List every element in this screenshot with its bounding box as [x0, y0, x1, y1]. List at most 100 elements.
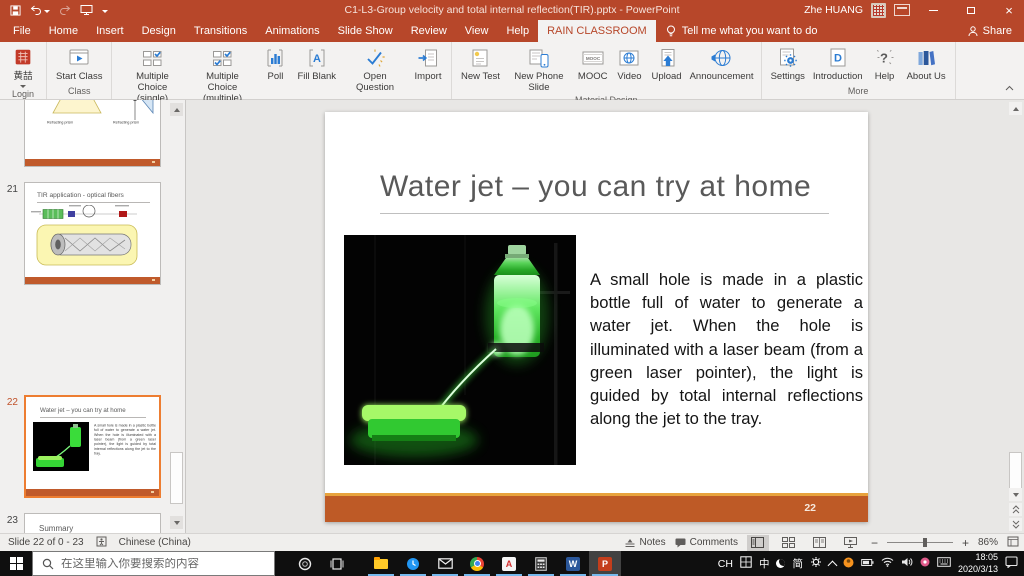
notes-toggle[interactable]: Notes: [625, 537, 665, 548]
hidden-icons-chevron[interactable]: [828, 560, 838, 570]
accessibility-icon[interactable]: [96, 536, 107, 550]
tab-transitions[interactable]: Transitions: [185, 20, 256, 42]
powerpoint-button-active[interactable]: P: [589, 551, 621, 576]
canvas-scroll-up-button[interactable]: [1009, 102, 1022, 115]
acrobat-button[interactable]: A: [493, 551, 525, 576]
taskbar-clock[interactable]: 18:05 2020/3/13: [958, 552, 998, 575]
clock-app-button[interactable]: [397, 551, 429, 576]
word-button[interactable]: W: [557, 551, 589, 576]
slide-photo-water-jet[interactable]: [344, 235, 576, 465]
task-view-button[interactable]: [321, 551, 353, 576]
tab-view[interactable]: View: [456, 20, 498, 42]
calculator-button[interactable]: [525, 551, 557, 576]
start-from-beginning-icon[interactable]: [80, 4, 93, 16]
thumbnail-scrollbar-thumb[interactable]: [170, 452, 183, 504]
ribbon-item-video[interactable]: Video: [611, 45, 647, 83]
slide-sorter-view-button[interactable]: [778, 535, 800, 551]
ribbon-item-new-test[interactable]: New Test: [457, 45, 504, 83]
tab-file[interactable]: File: [4, 20, 40, 42]
thumbnail-scroll-up-button[interactable]: [170, 103, 183, 116]
tab-insert[interactable]: Insert: [87, 20, 133, 42]
ime-simplified-indicator[interactable]: 简: [792, 556, 803, 571]
file-explorer-button[interactable]: [365, 551, 397, 576]
taskbar-search-box[interactable]: [32, 551, 275, 576]
tab-slide-show[interactable]: Slide Show: [329, 20, 402, 42]
share-button[interactable]: Share: [956, 20, 1024, 42]
redo-button[interactable]: [59, 5, 71, 16]
ime-mode-indicator[interactable]: 中: [759, 556, 770, 571]
tray-app-icon-pink[interactable]: [920, 557, 930, 570]
ribbon-item-multiple-choice-single[interactable]: Multiple Choice (single): [117, 45, 187, 105]
tell-me-box[interactable]: Tell me what you want to do: [656, 20, 828, 42]
battery-icon[interactable]: [861, 558, 874, 570]
ime-punctuation-icon[interactable]: [776, 559, 785, 568]
slide-title[interactable]: Water jet – you can try at home: [380, 170, 840, 204]
user-name[interactable]: Zhe HUANG: [804, 4, 863, 16]
user-seal-avatar[interactable]: [871, 3, 886, 18]
volume-icon[interactable]: [901, 557, 913, 570]
restore-button[interactable]: [956, 0, 986, 20]
tab-review[interactable]: Review: [402, 20, 456, 42]
slide-thumbnail-22-selected[interactable]: Water jet – you can try at home A small …: [24, 395, 161, 498]
mail-app-button[interactable]: [429, 551, 461, 576]
ribbon-item-help[interactable]: ? Help: [867, 45, 903, 83]
minimize-button[interactable]: [918, 0, 948, 20]
ribbon-item-poll[interactable]: Poll: [257, 45, 293, 83]
ribbon-item-login-user[interactable]: 黄喆: [5, 45, 41, 88]
comments-toggle[interactable]: Comments: [675, 537, 738, 548]
ribbon-item-about-us[interactable]: About Us: [903, 45, 950, 83]
tab-animations[interactable]: Animations: [256, 20, 328, 42]
ime-icon[interactable]: [740, 556, 752, 571]
tab-home[interactable]: Home: [40, 20, 87, 42]
language-status[interactable]: Chinese (China): [119, 537, 191, 548]
ribbon-item-import[interactable]: Import: [410, 45, 446, 83]
slide-thumbnail-23[interactable]: Summary Give you 3 min to think and prep…: [24, 513, 161, 533]
zoom-slider[interactable]: [887, 542, 953, 543]
previous-slide-button[interactable]: [1009, 503, 1022, 516]
zoom-slider-thumb[interactable]: [923, 538, 927, 547]
slide-indicator[interactable]: Slide 22 of 0 - 23: [8, 537, 84, 548]
slide-show-button[interactable]: [840, 535, 862, 551]
ribbon-item-settings[interactable]: Settings: [767, 45, 809, 83]
ribbon-item-start-class[interactable]: Start Class: [52, 45, 106, 83]
chrome-button[interactable]: [461, 551, 493, 576]
start-button[interactable]: [0, 551, 32, 576]
zoom-in-button[interactable]: +: [962, 536, 969, 550]
ribbon-item-introduction[interactable]: D Introduction: [809, 45, 867, 83]
language-indicator[interactable]: CH: [718, 558, 733, 570]
ribbon-item-mooc[interactable]: MOOC MOOC: [574, 45, 612, 83]
tray-app-icon-orange[interactable]: [843, 557, 854, 571]
fit-slide-button[interactable]: [1007, 536, 1019, 550]
undo-button[interactable]: [30, 5, 50, 16]
ribbon-display-options-icon[interactable]: [894, 4, 910, 16]
ribbon-item-upload[interactable]: Upload: [647, 45, 685, 83]
tab-rain-classroom[interactable]: RAIN CLASSROOM: [538, 20, 656, 42]
save-icon[interactable]: [10, 5, 21, 16]
zoom-level[interactable]: 86%: [978, 537, 998, 548]
action-center-icon[interactable]: [1005, 556, 1018, 571]
normal-view-button[interactable]: [747, 535, 769, 551]
next-slide-button[interactable]: [1009, 518, 1022, 531]
ribbon-item-multiple-choice-multiple[interactable]: Multiple Choice (multiple): [187, 45, 257, 105]
slide-thumbnail-20[interactable]: Refracting prism Refracting prism: [24, 100, 161, 167]
collapse-ribbon-icon[interactable]: [1005, 78, 1014, 96]
customize-qat-caret[interactable]: [102, 10, 108, 13]
search-input[interactable]: [61, 558, 261, 570]
zoom-out-button[interactable]: −: [871, 536, 878, 550]
wifi-icon[interactable]: [881, 557, 894, 570]
cortana-button[interactable]: [289, 551, 321, 576]
ribbon-item-new-phone-slide[interactable]: New Phone Slide: [504, 45, 574, 94]
touch-keyboard-icon[interactable]: [937, 557, 951, 570]
tab-help[interactable]: Help: [497, 20, 538, 42]
ribbon-item-open-question[interactable]: Open Question: [340, 45, 410, 94]
ime-settings-gear-icon[interactable]: [810, 556, 822, 571]
ribbon-item-announcement[interactable]: Announcement: [686, 45, 756, 83]
reading-view-button[interactable]: [809, 535, 831, 551]
tab-design[interactable]: Design: [133, 20, 185, 42]
canvas-scroll-down-button[interactable]: [1009, 488, 1022, 501]
ribbon-item-fill-blank[interactable]: A Fill Blank: [293, 45, 340, 83]
close-button[interactable]: ×: [994, 0, 1024, 20]
thumbnail-scroll-down-button[interactable]: [170, 516, 183, 529]
slide-body-text[interactable]: A small hole is made in a plastic bottle…: [590, 268, 863, 430]
slide-thumbnail-21[interactable]: TIR application - optical fibers: [24, 182, 161, 285]
